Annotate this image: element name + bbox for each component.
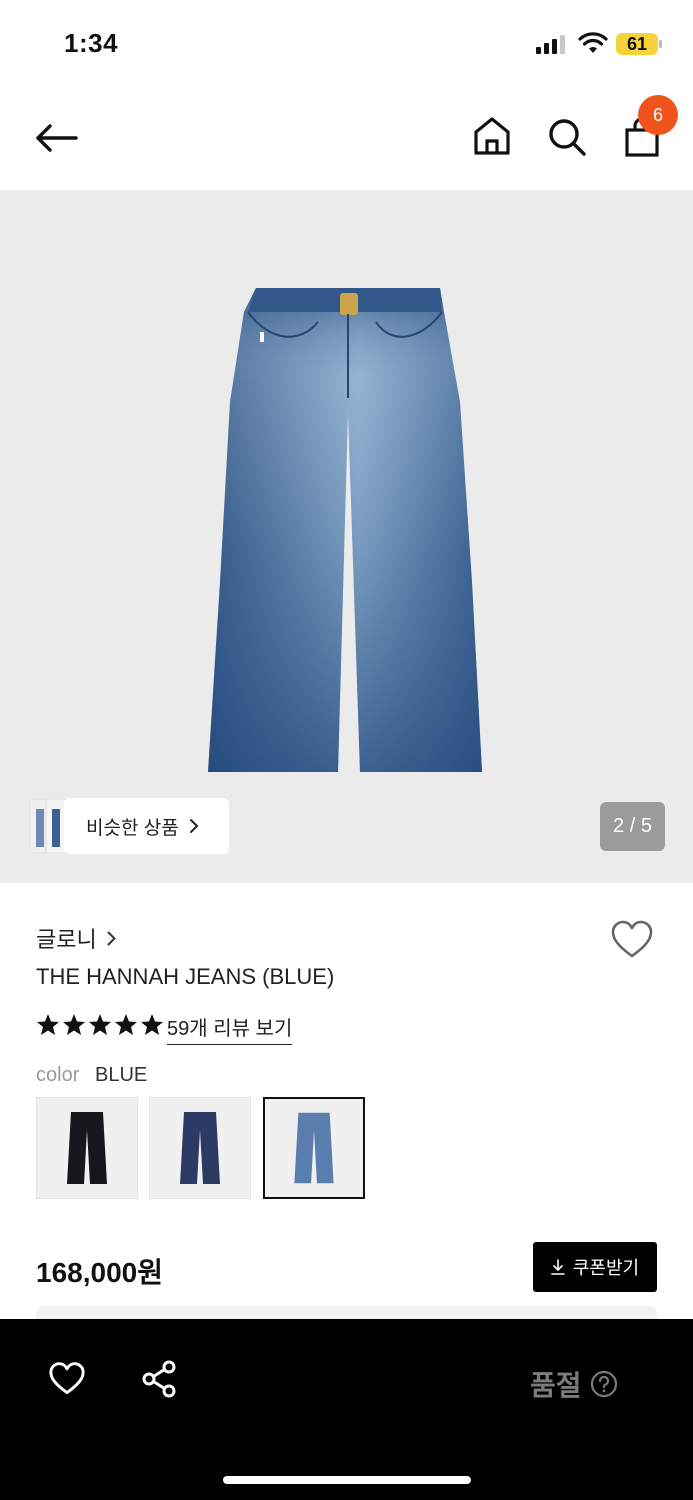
color-swatch-black[interactable]: [36, 1097, 138, 1199]
chevron-right-icon: [189, 819, 199, 833]
home-icon: [474, 117, 510, 155]
swatch-jeans-image: [180, 1112, 220, 1184]
star-rating-icon: [37, 1014, 163, 1035]
color-swatch-indigo[interactable]: [149, 1097, 251, 1199]
similar-products-button[interactable]: 비슷한 상품: [64, 798, 229, 854]
download-icon: [551, 1259, 565, 1275]
cellular-signal-icon: [536, 35, 565, 54]
home-button[interactable]: [470, 114, 514, 158]
soldout-label: 품절: [530, 1370, 582, 1401]
heart-icon: [49, 1362, 85, 1395]
rating-stars: [36, 1013, 164, 1037]
coupon-download-button[interactable]: 쿠폰받기: [533, 1242, 657, 1292]
home-indicator: [223, 1476, 471, 1484]
back-button[interactable]: [30, 116, 82, 160]
heart-icon: [611, 920, 653, 958]
product-price: 168,000원: [36, 1257, 163, 1288]
chevron-right-icon: [107, 931, 116, 945]
share-button[interactable]: [136, 1356, 182, 1402]
help-circle-icon[interactable]: [590, 1370, 618, 1398]
selected-color-value: BLUE: [95, 1064, 148, 1086]
product-jeans-image: [208, 288, 482, 772]
similar-products-label: 비슷한 상품: [86, 817, 179, 839]
product-title: THE HANNAH JEANS (BLUE): [36, 964, 335, 989]
color-swatch-blue[interactable]: [263, 1097, 365, 1199]
swatch-jeans-image: [294, 1112, 334, 1184]
coupon-label: 쿠폰받기: [572, 1258, 640, 1278]
color-label: color: [36, 1064, 80, 1086]
similar-products-thumbnails: [30, 799, 66, 853]
battery-tip: [659, 40, 662, 48]
status-time: 1:34: [64, 28, 119, 58]
soldout-status: 품절: [530, 1364, 618, 1404]
reviews-link[interactable]: 59개 리뷰 보기: [167, 1012, 293, 1045]
swatch-jeans-image: [67, 1112, 107, 1184]
search-icon: [549, 119, 586, 156]
share-icon: [142, 1360, 176, 1398]
brand-link[interactable]: 글로니: [36, 922, 116, 954]
battery-indicator: 61: [616, 33, 658, 55]
arrow-left-icon: [36, 124, 78, 152]
product-image-carousel[interactable]: 2 / 5: [0, 190, 693, 883]
cart-count-badge: 6: [638, 95, 678, 135]
bottom-wishlist-button[interactable]: [44, 1356, 90, 1402]
bottom-action-bar: [0, 1319, 693, 1500]
image-pager: 2 / 5: [600, 802, 665, 851]
wishlist-button[interactable]: [608, 918, 656, 962]
wifi-icon: [578, 32, 608, 53]
section-divider: [36, 1306, 657, 1320]
search-button[interactable]: [544, 114, 590, 160]
brand-name: 글로니: [36, 927, 97, 952]
